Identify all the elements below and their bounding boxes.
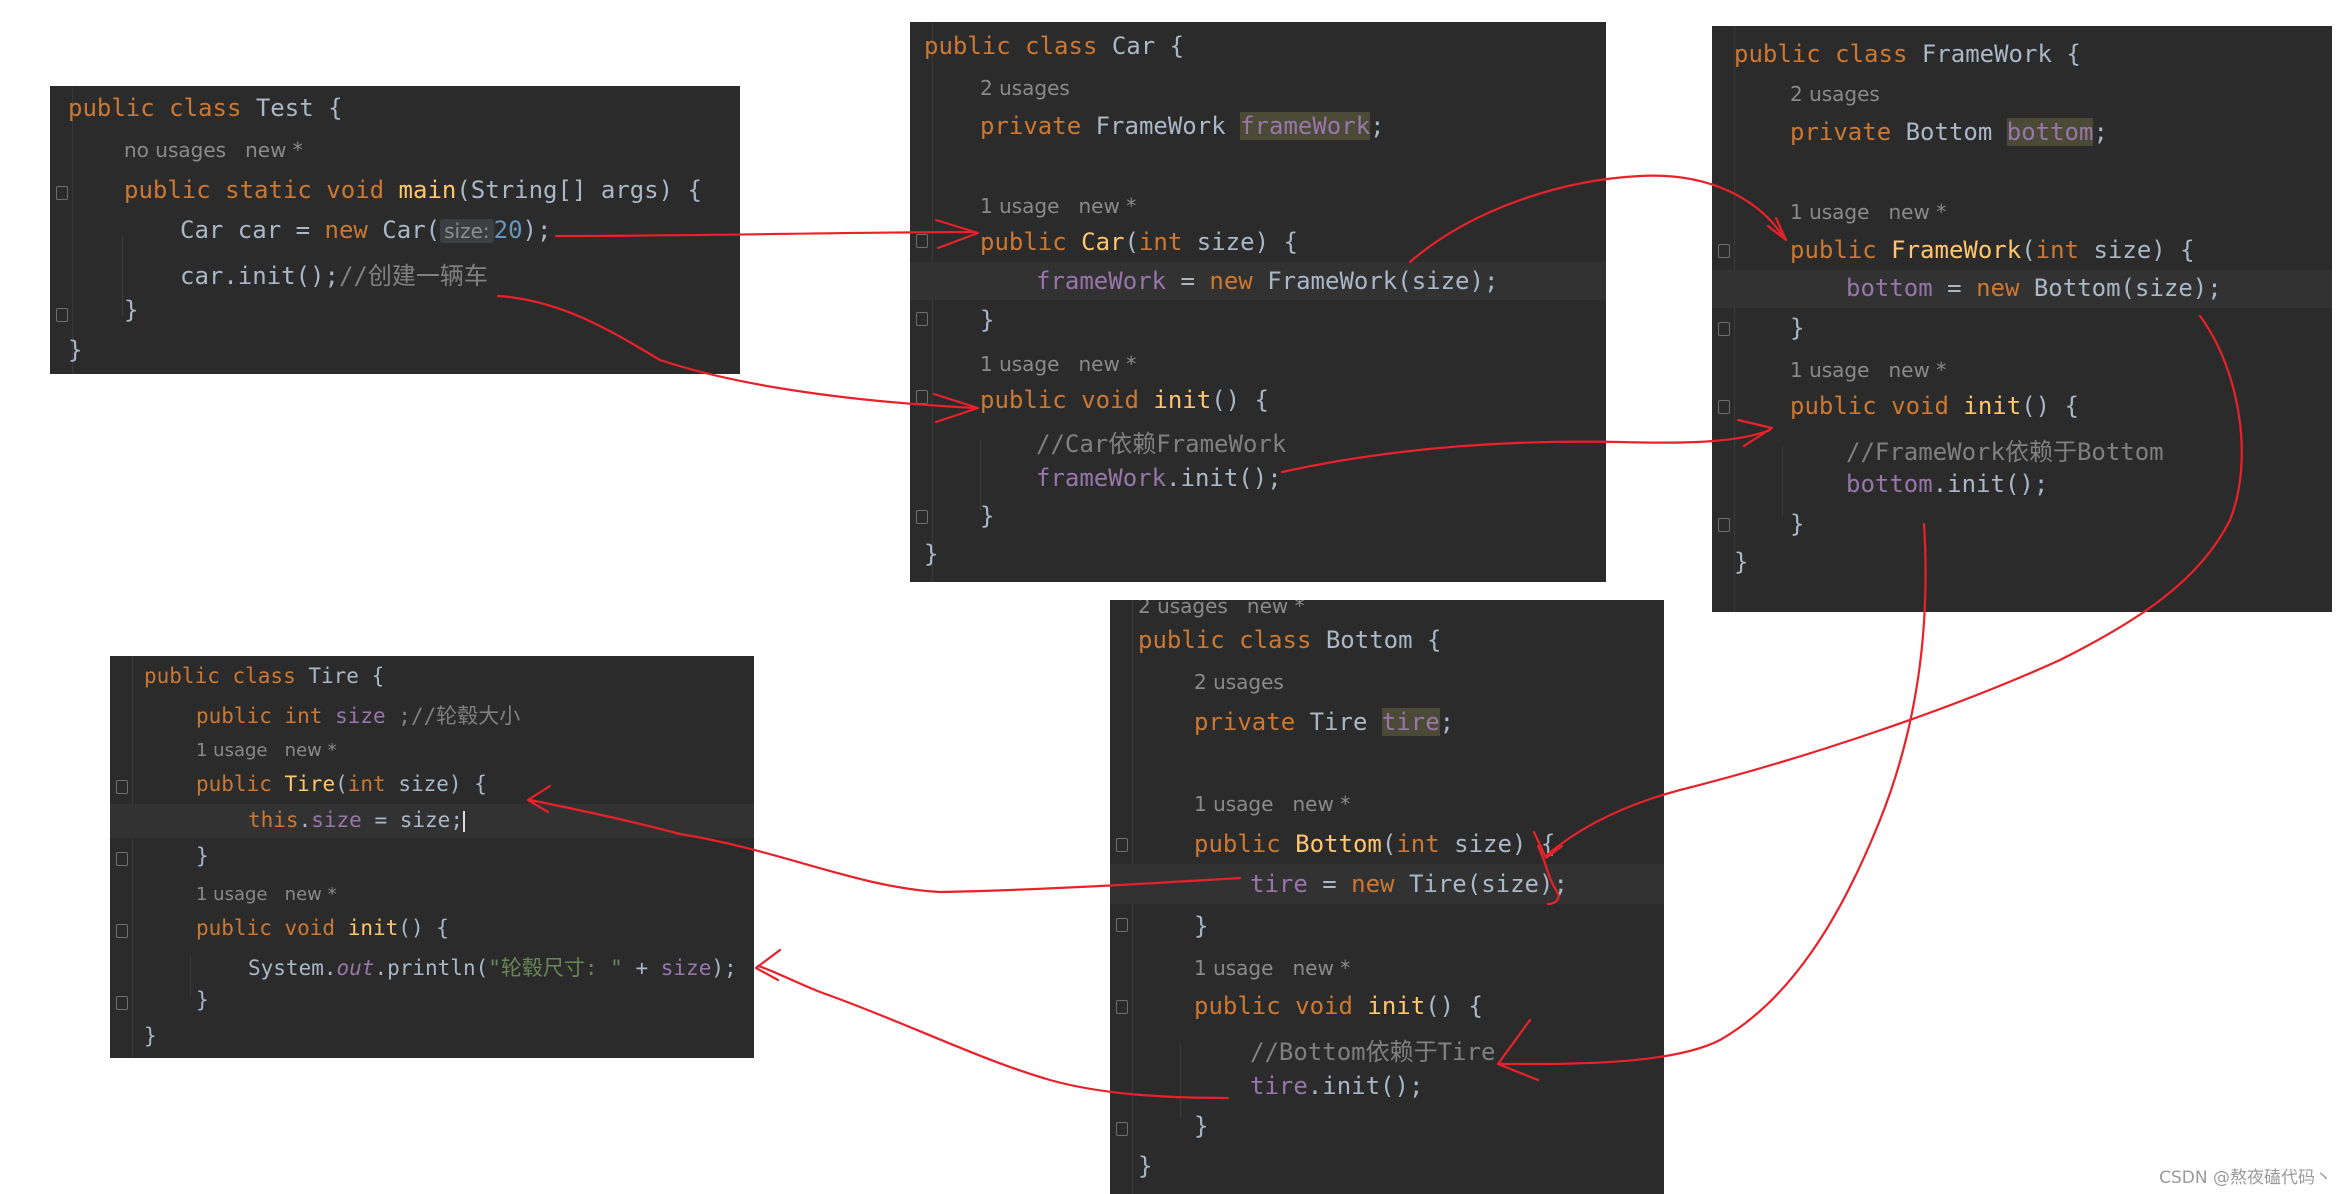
code-line: public void init() { <box>980 386 1269 414</box>
indent-guide <box>1180 1044 1181 1118</box>
code-line: } <box>924 540 939 568</box>
code-line: } <box>1734 548 1749 576</box>
code-line: bottom = new Bottom(size); <box>1846 274 2222 302</box>
code-line: public void init() { <box>196 916 449 940</box>
indent-guide <box>122 236 123 316</box>
usage-hint[interactable]: 1 usage new * <box>1790 200 1946 224</box>
code-line: tire.init(); <box>1250 1072 1424 1100</box>
indent-guide <box>980 440 981 510</box>
usage-hint[interactable]: 2 usages new * <box>1138 600 1305 618</box>
car-class-editor: public class Car { 2 usages private Fram… <box>910 22 1606 582</box>
red-arrowhead <box>754 948 782 982</box>
code-line: frameWork.init(); <box>1036 464 1282 492</box>
usage-hint[interactable]: 1 usage new * <box>980 194 1136 218</box>
fold-marker-icon[interactable] <box>916 510 928 524</box>
code-line: tire = new Tire(size); <box>1250 870 1568 898</box>
fold-marker-icon[interactable] <box>1116 838 1128 852</box>
code-line: public FrameWork(int size) { <box>1790 236 2195 264</box>
code-line: frameWork = new FrameWork(size); <box>1036 267 1499 295</box>
code-comment: //FrameWork依赖于Bottom <box>1846 438 2164 466</box>
fold-marker-icon[interactable] <box>1116 1000 1128 1014</box>
code-line: public static void main(String[] args) { <box>124 176 702 204</box>
fold-marker-icon[interactable] <box>116 924 128 938</box>
fold-marker-icon[interactable] <box>116 852 128 866</box>
fold-marker-icon[interactable] <box>916 390 928 404</box>
usage-hint[interactable]: 1 usage new * <box>196 740 337 761</box>
code-line: System.out.println("轮毂尺寸: " + size); <box>248 956 737 980</box>
code-line: car.init();//创建一辆车 <box>180 262 488 290</box>
fold-marker-icon[interactable] <box>1718 322 1730 336</box>
code-line: public class Test { <box>68 94 343 122</box>
usage-hint[interactable]: 1 usage new * <box>1194 956 1350 980</box>
usage-hint[interactable]: 2 usages <box>1790 82 1880 106</box>
editor-gutter <box>910 22 933 582</box>
usage-hint[interactable]: 2 usages <box>1194 670 1284 694</box>
code-line: } <box>1194 912 1209 940</box>
code-line: private Tire tire; <box>1194 708 1455 736</box>
code-line: private FrameWork frameWork; <box>980 112 1385 140</box>
code-line: this.size = size; <box>248 808 465 832</box>
watermark: CSDN @熬夜磕代码丶 <box>2159 1168 2332 1188</box>
code-line: } <box>1790 510 1805 538</box>
usage-hint[interactable]: no usages new * <box>124 138 303 162</box>
test-class-editor: public class Test { no usages new * publ… <box>50 86 740 374</box>
code-line: } <box>196 844 209 868</box>
fold-marker-icon[interactable] <box>1718 400 1730 414</box>
code-line: } <box>68 336 83 364</box>
code-line: public Car(int size) { <box>980 228 1298 256</box>
code-line: } <box>144 1024 157 1048</box>
code-line: Car car = new Car(size: 20); <box>180 216 552 244</box>
fold-marker-icon[interactable] <box>116 780 128 794</box>
code-line: public class Bottom { <box>1138 626 1442 654</box>
fold-marker-icon[interactable] <box>116 996 128 1010</box>
fold-marker-icon[interactable] <box>916 312 928 326</box>
editor-gutter <box>50 86 73 374</box>
fold-marker-icon[interactable] <box>1116 1122 1128 1136</box>
code-line: public void init() { <box>1194 992 1483 1020</box>
text-cursor <box>462 810 465 832</box>
code-line: } <box>124 296 139 324</box>
code-line: public Tire(int size) { <box>196 772 487 796</box>
fold-marker-icon[interactable] <box>1718 518 1730 532</box>
fold-marker-icon[interactable] <box>56 308 68 322</box>
fold-marker-icon[interactable] <box>1116 918 1128 932</box>
fold-marker-icon[interactable] <box>56 186 68 200</box>
code-line: public void init() { <box>1790 392 2079 420</box>
usage-hint[interactable]: 1 usage new * <box>1790 358 1946 382</box>
indent-guide <box>190 956 191 996</box>
code-line: } <box>1194 1112 1209 1140</box>
code-line: } <box>1138 1152 1153 1180</box>
code-line: } <box>1790 314 1805 342</box>
code-line: public class Tire { <box>144 664 385 688</box>
usage-hint[interactable]: 1 usage new * <box>196 884 337 905</box>
code-line: public int size ;//轮毂大小 <box>196 704 521 728</box>
fold-marker-icon[interactable] <box>1718 244 1730 258</box>
code-line: bottom.init(); <box>1846 470 2049 498</box>
code-line: private Bottom bottom; <box>1790 118 2108 146</box>
fold-marker-icon[interactable] <box>916 234 928 248</box>
framework-class-editor: public class FrameWork { 2 usages privat… <box>1712 26 2332 612</box>
code-line: } <box>196 988 209 1012</box>
usage-hint[interactable]: 2 usages <box>980 76 1070 100</box>
code-comment: //Car依赖FrameWork <box>1036 430 1287 458</box>
code-line: public Bottom(int size) { <box>1194 830 1556 858</box>
code-line: } <box>980 306 995 334</box>
tire-class-editor: public class Tire { public int size ;//轮… <box>110 656 754 1058</box>
usage-hint[interactable]: 1 usage new * <box>980 352 1136 376</box>
indent-guide <box>1782 446 1783 516</box>
code-line: public class Car { <box>924 32 1185 60</box>
code-line: public class FrameWork { <box>1734 40 2081 68</box>
parameter-hint: size: <box>440 219 494 243</box>
bottom-class-editor: 2 usages new * public class Bottom { 2 u… <box>1110 600 1664 1194</box>
usage-hint[interactable]: 1 usage new * <box>1194 792 1350 816</box>
code-comment: //Bottom依赖于Tire <box>1250 1038 1496 1066</box>
code-line: } <box>980 502 995 530</box>
